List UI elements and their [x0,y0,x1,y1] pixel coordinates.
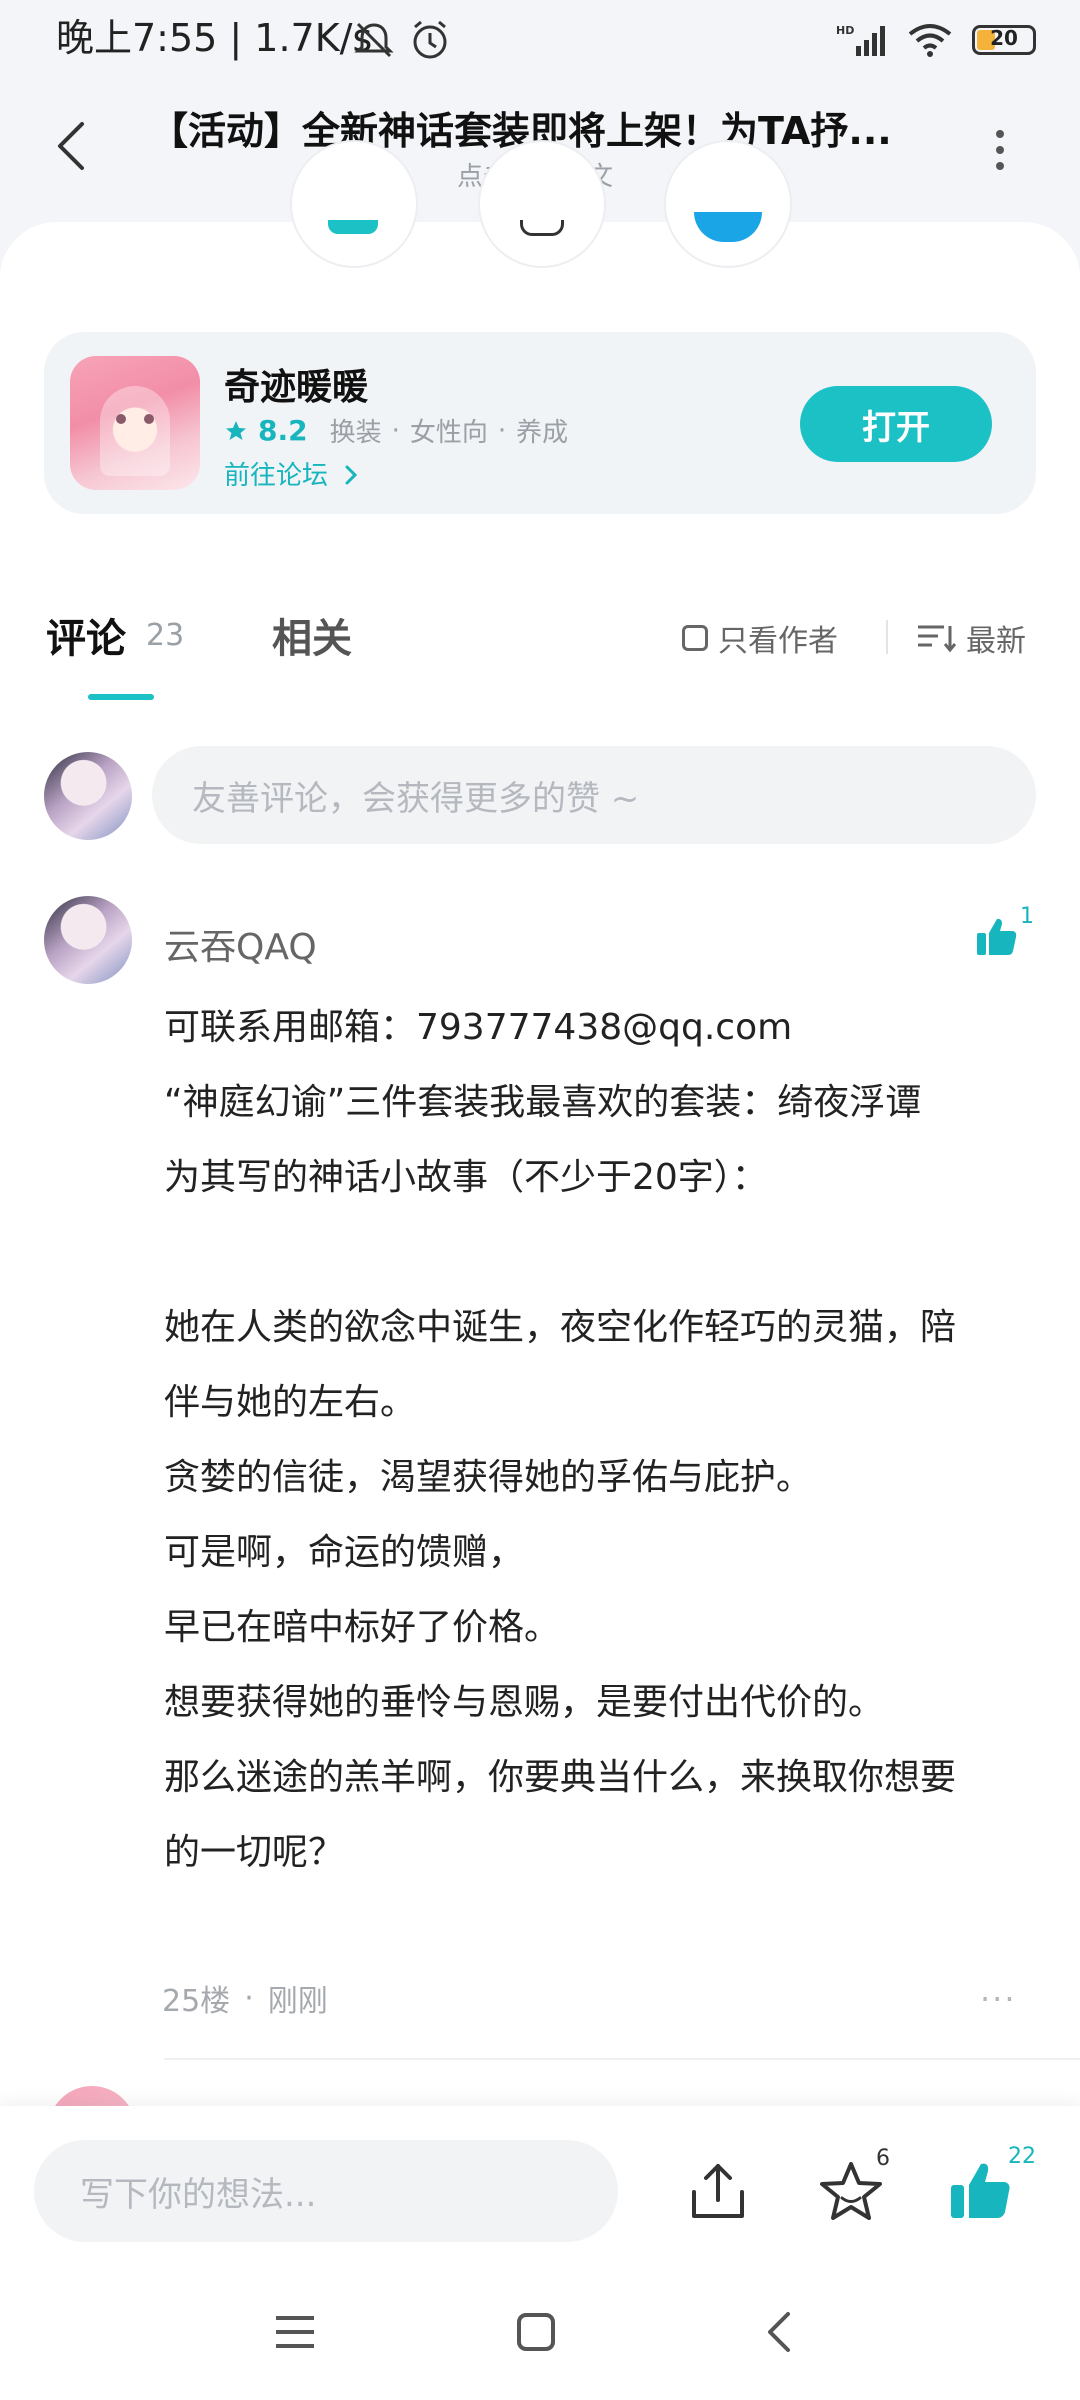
menu-icon [276,2316,314,2348]
comment-like-count: 1 [1020,904,1034,929]
back-nav-icon [768,2312,790,2352]
favorites-count: 6 [876,2146,890,2171]
comment-meta: 25楼 · 刚刚 [162,1976,328,2020]
checkbox-icon [682,625,708,651]
app-icon [70,356,200,490]
action-circle-1[interactable] [290,140,418,268]
app-tag: 女性向 [409,418,488,448]
app-name: 奇迹暖暖 [224,367,369,408]
active-tab-indicator [88,694,154,700]
back-nav-button[interactable] [766,2310,792,2358]
only-author-label: 只看作者 [718,624,838,659]
star-icon [820,2162,882,2220]
floor-number: 25楼 [162,1984,231,2019]
forum-link-label: 前往论坛 [224,461,329,491]
status-time: 晚上7:55 | 1.7K/s [56,16,373,60]
comment-line: 可联系用邮箱：793777438@qq.com [164,1007,793,1048]
sort-label: 最新 [966,624,1026,659]
menu-nav-button[interactable] [274,2312,316,2356]
back-button[interactable] [46,116,96,176]
comment-line: 为其写的神话小故事（不少于20字）： [164,1157,768,1198]
battery-icon: 20 [972,25,1036,55]
signal-icon: HD [836,24,885,56]
more-options-button[interactable] [980,120,1020,180]
forum-link[interactable]: 前往论坛 [224,455,360,492]
only-author-toggle[interactable]: 只看作者 [682,616,838,660]
chevron-left-icon [58,122,84,170]
favorite-button[interactable] [818,2160,884,2224]
tab-related[interactable]: 相关 [272,606,352,664]
comment-like-button[interactable] [975,915,1019,959]
comment-line: 的一切呢？ [164,1832,345,1873]
more-vertical-icon [996,130,1004,170]
tab-comments[interactable]: 评论 [46,606,126,664]
wifi-icon [908,24,952,57]
thought-input[interactable]: 写下你的想法... [34,2140,618,2242]
app-score: 8.2 [258,414,308,447]
current-user-avatar[interactable] [44,752,132,840]
star-rating-icon [226,420,246,440]
comment-line: 她在人类的欲念中诞生，夜空化作轻巧的灵猫，陪 [164,1307,957,1348]
chevron-right-icon [345,465,358,485]
svg-text:HD: HD [836,24,854,37]
app-meta: 8.2 换装 · 女性向 · 养成 [224,412,568,449]
comment-line: 可是啊，命运的馈赠， [164,1532,525,1573]
open-app-button[interactable]: 打开 [800,386,992,462]
sort-icon [918,625,956,653]
home-nav-button[interactable] [516,2312,556,2356]
app-tag: 换装 [329,418,382,448]
home-square-icon [517,2313,555,2351]
commenter-avatar[interactable] [44,896,132,984]
action-circle-3[interactable] [664,140,792,268]
alarm-icon [408,18,452,66]
comment-time: 刚刚 [267,1984,328,2019]
thumbs-up-icon [977,918,1017,955]
comment-line [164,1215,1034,1290]
app-tag: 养成 [516,418,569,448]
meta-separator: · [244,1980,254,2016]
mute-icon [352,20,396,64]
status-icons: HD 20 [836,18,1036,62]
comment-more-button[interactable]: ··· [980,1980,1017,2018]
like-button[interactable] [948,2158,1014,2224]
sort-button[interactable]: 最新 [916,616,1026,660]
commenter-username[interactable]: 云吞QAQ [164,918,317,970]
divider [886,620,888,654]
likes-count: 22 [1008,2144,1036,2169]
comment-input[interactable]: 友善评论，会获得更多的赞 ~ [152,746,1036,844]
share-button[interactable] [686,2160,750,2224]
comment-separator [164,2058,1080,2060]
thumbs-up-icon [951,2163,1010,2218]
comments-count: 23 [146,618,185,653]
comment-line: 贪婪的信徒，渴望获得她的孚佑与庇护。 [164,1457,813,1498]
comment-line: 想要获得她的垂怜与恩赐，是要付出代价的。 [164,1682,885,1723]
comment-line: 伴与她的左右。 [164,1382,417,1423]
tag-separator: · [391,415,400,446]
action-circle-2[interactable] [478,140,606,268]
comment-body: 可联系用邮箱：793777438@qq.com “神庭幻谕”三件套装我最喜欢的套… [164,990,1034,1890]
tag-separator: · [497,415,507,446]
comment-line: 早已在暗中标好了价格。 [164,1607,561,1648]
battery-level: 20 [990,26,1018,50]
share-icon [692,2164,744,2218]
comment-line: 那么迷途的羔羊啊，你要典当什么，来换取你想要 [164,1757,957,1798]
comment-line: “神庭幻谕”三件套装我最喜欢的套装：绮夜浮谭 [164,1082,922,1123]
